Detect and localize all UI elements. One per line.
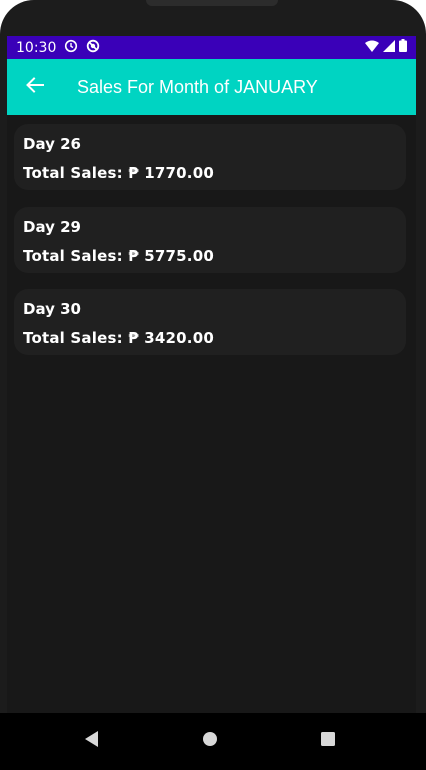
nav-home-button[interactable]	[198, 729, 222, 753]
system-navigation-bar	[0, 713, 426, 770]
wifi-icon	[365, 40, 379, 56]
sales-card[interactable]: Day 30 Total Sales: ₱ 3420.00	[14, 289, 406, 355]
back-button[interactable]	[7, 59, 63, 115]
sales-day-label: Day 29	[23, 218, 81, 236]
app-bar: Sales For Month of JANUARY	[7, 59, 416, 115]
sales-total-label: Total Sales: ₱ 5775.00	[23, 247, 214, 265]
nav-recents-button[interactable]	[316, 729, 340, 753]
sales-total-label: Total Sales: ₱ 1770.00	[23, 164, 214, 182]
alarm-icon	[64, 39, 78, 57]
back-triangle-icon	[84, 730, 100, 752]
status-right	[365, 39, 407, 56]
page-title: Sales For Month of JANUARY	[77, 76, 318, 97]
battery-icon	[399, 39, 407, 56]
app-screen: 10:30 Sales For Month of JANUARY Day 26 …	[7, 36, 416, 770]
home-circle-icon	[202, 731, 218, 751]
do-not-disturb-icon	[86, 39, 100, 57]
cell-signal-icon	[383, 39, 395, 56]
sales-total-label: Total Sales: ₱ 3420.00	[23, 329, 214, 347]
recents-square-icon	[320, 731, 336, 751]
arrow-left-icon	[25, 75, 45, 99]
device-frame: 10:30 Sales For Month of JANUARY Day 26 …	[0, 0, 426, 770]
sales-card[interactable]: Day 26 Total Sales: ₱ 1770.00	[14, 124, 406, 190]
sales-card[interactable]: Day 29 Total Sales: ₱ 5775.00	[14, 207, 406, 273]
status-left: 10:30	[16, 39, 100, 57]
status-bar: 10:30	[7, 36, 416, 59]
nav-back-button[interactable]	[80, 729, 104, 753]
sales-day-label: Day 26	[23, 135, 81, 153]
sales-day-label: Day 30	[23, 300, 81, 318]
status-time: 10:30	[16, 39, 57, 56]
